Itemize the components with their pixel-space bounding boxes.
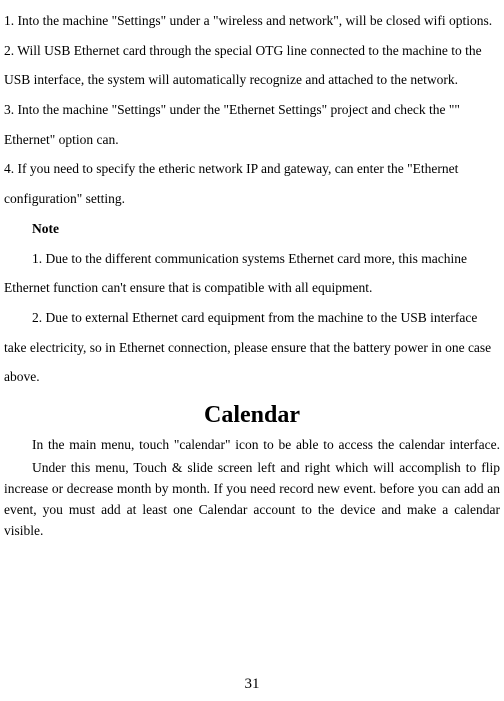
calendar-title: Calendar [4,402,500,429]
step-1: 1. Into the machine "Settings" under a "… [4,6,500,36]
calendar-para-1: In the main menu, touch "calendar" icon … [4,435,500,456]
step-3: 3. Into the machine "Settings" under the… [4,95,500,154]
calendar-para-2: Under this menu, Touch & slide screen le… [4,458,500,542]
note-heading: Note [4,214,500,244]
note-2: 2. Due to external Ethernet card equipme… [4,303,500,392]
page-number: 31 [0,676,504,693]
step-4: 4. If you need to specify the etheric ne… [4,154,500,213]
step-2: 2. Will USB Ethernet card through the sp… [4,36,500,95]
note-1: 1. Due to the different communication sy… [4,244,500,303]
